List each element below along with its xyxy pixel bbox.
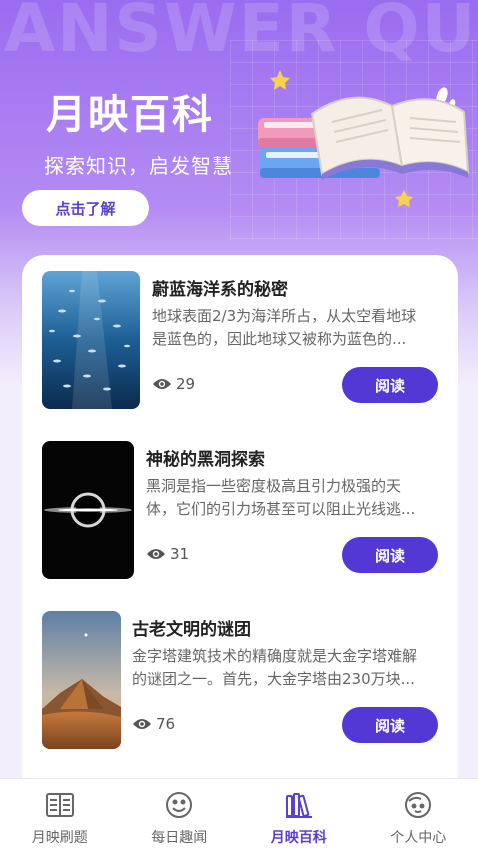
learn-more-button[interactable]: 点击了解 — [22, 190, 149, 226]
tab-encyclopedia[interactable]: 月映百科 — [239, 779, 359, 850]
article-title: 神秘的黑洞探索 — [146, 450, 265, 470]
books-icon — [283, 789, 315, 821]
page-title: 月映百科 — [46, 92, 214, 138]
read-button[interactable]: 阅读 — [342, 707, 438, 743]
star-icon — [395, 190, 413, 207]
star-icon — [270, 70, 290, 90]
read-button[interactable]: 阅读 — [342, 367, 438, 403]
hero-watermark: ANSWER QUE — [4, 0, 478, 67]
eye-icon — [153, 379, 171, 389]
article-description: 黑洞是指一些密度极高且引力极强的天 体，它们的引力场甚至可以阻止光线逃... — [146, 477, 416, 518]
smile-icon — [163, 789, 195, 821]
article-title: 古老文明的谜团 — [132, 620, 251, 640]
article-list: 蔚蓝海洋系的秘密 地球表面2/3为海洋所占，从太空看地球 是蓝色的，因此地球又被… — [22, 255, 458, 815]
black-hole-thumbnail — [42, 441, 134, 579]
article-description: 金字塔建筑技术的精确度就是大金字塔难解 的谜团之一。首先，大金字塔由230万块.… — [132, 647, 418, 688]
books-illustration — [258, 70, 470, 207]
article-title: 蔚蓝海洋系的秘密 — [152, 280, 288, 300]
book-open-icon — [44, 789, 76, 821]
pyramid-thumbnail — [42, 611, 121, 749]
view-count: 76 — [132, 715, 175, 733]
list-item[interactable]: 蔚蓝海洋系的秘密 地球表面2/3为海洋所占，从太空看地球 是蓝色的，因此地球又被… — [42, 271, 438, 411]
view-count: 29 — [152, 375, 195, 393]
bottom-tab-bar: 月映刷题 每日趣闻 月映百科 个人中心 — [0, 778, 478, 850]
list-item[interactable]: 神秘的黑洞探索 黑洞是指一些密度极高且引力极强的天 体，它们的引力场甚至可以阻止… — [42, 441, 438, 581]
article-description: 地球表面2/3为海洋所占，从太空看地球 是蓝色的，因此地球又被称为蓝色的... — [152, 307, 417, 348]
tab-profile[interactable]: 个人中心 — [359, 779, 478, 850]
tab-daily-fun[interactable]: 每日趣闻 — [120, 779, 240, 850]
ocean-thumbnail — [42, 271, 140, 409]
tab-quiz[interactable]: 月映刷题 — [0, 779, 120, 850]
user-face-icon — [402, 789, 434, 821]
eye-icon — [133, 719, 151, 729]
list-item[interactable]: 古老文明的谜团 金字塔建筑技术的精确度就是大金字塔难解 的谜团之一。首先，大金字… — [42, 611, 438, 751]
eye-icon — [147, 549, 165, 559]
page-subtitle: 探索知识，启发智慧 — [44, 154, 233, 178]
view-count: 31 — [146, 545, 189, 563]
read-button[interactable]: 阅读 — [342, 537, 438, 573]
